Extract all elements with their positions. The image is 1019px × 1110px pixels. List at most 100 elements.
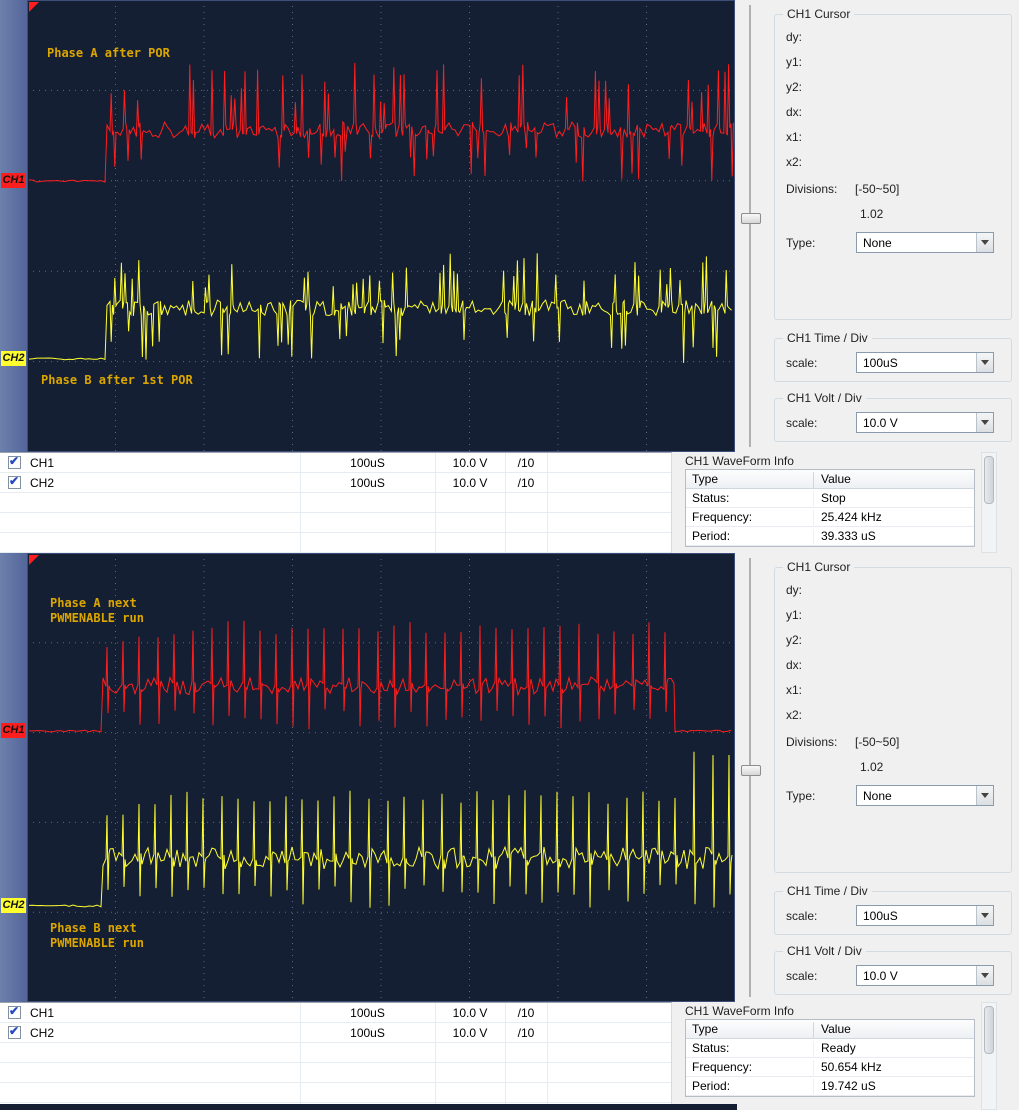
ch2-marker[interactable]: CH2 <box>1 898 26 913</box>
ch1-marker[interactable]: CH1 <box>1 723 26 738</box>
time-scale-label: scale: <box>786 356 818 370</box>
cursor-type-select[interactable]: None <box>856 785 994 806</box>
volt-scale-label: scale: <box>786 969 818 983</box>
divisions-label: Divisions: <box>786 735 838 749</box>
info-label: Status: <box>686 1041 814 1058</box>
column-header-type[interactable]: Type <box>686 472 814 489</box>
divisions-label: Divisions: <box>786 182 838 196</box>
time-scale-select[interactable]: 100uS <box>856 905 994 926</box>
channel-row-ch1[interactable]: ✔ CH1 100uS 10.0 V /10 <box>0 453 671 473</box>
ch1-visible-checkbox[interactable]: ✔ <box>8 454 21 469</box>
scrollbar-thumb[interactable] <box>984 456 994 504</box>
scope-slider-column <box>735 553 768 1002</box>
time-scale-value: 100uS <box>863 356 898 370</box>
info-value: 50.654 kHz <box>821 1060 882 1074</box>
info-value: 19.742 uS <box>821 1079 876 1093</box>
dropdown-button[interactable] <box>976 786 993 805</box>
control-panel: CH1 Cursor dy: y1: y2: dx: x1: x2: Divis… <box>768 0 1019 452</box>
volt-scale-value: 10.0 V <box>863 416 898 430</box>
info-label: Frequency: <box>686 1060 814 1077</box>
waveform-info-title: CH1 WaveForm Info <box>685 1004 794 1018</box>
channel-row-ch1[interactable]: ✔ CH1 100uS 10.0 V /10 <box>0 1003 671 1023</box>
dropdown-button[interactable] <box>976 906 993 925</box>
channel-table: ✔ CH1 100uS 10.0 V /10 ✔ CH2 100uS 10.0 … <box>0 1002 672 1108</box>
dropdown-button[interactable] <box>976 966 993 985</box>
ch2-visible-checkbox[interactable]: ✔ <box>8 474 21 489</box>
info-row-period: Period: 19.742 uS <box>686 1077 974 1096</box>
scrollbar-thumb[interactable] <box>984 1006 994 1054</box>
column-header-value[interactable]: Value <box>815 1022 974 1036</box>
info-row-period: Period: 39.333 uS <box>686 527 974 546</box>
slider-thumb[interactable] <box>741 765 761 776</box>
cursor-dy-label: dy: <box>786 30 803 44</box>
chevron-down-icon <box>981 420 989 425</box>
cursor-type-select[interactable]: None <box>856 232 994 253</box>
channel-name: CH1 <box>30 456 55 470</box>
channel-volts: 10.0 V <box>452 1026 488 1040</box>
channel-volts: 10.0 V <box>452 456 488 470</box>
channel-row-ch2[interactable]: ✔ CH2 100uS 10.0 V /10 <box>0 473 671 493</box>
slider-thumb[interactable] <box>741 213 761 224</box>
channel-timebase: 100uS <box>350 476 385 490</box>
ch2-marker[interactable]: CH2 <box>1 351 26 366</box>
column-header-type[interactable]: Type <box>686 1022 814 1039</box>
channel-volts: 10.0 V <box>452 1006 488 1020</box>
cursor-x1-label: x1: <box>786 683 803 697</box>
info-label: Frequency: <box>686 510 814 527</box>
info-scrollbar[interactable] <box>981 1002 997 1110</box>
volt-scale-select[interactable]: 10.0 V <box>856 412 994 433</box>
cursor-x1-label: x1: <box>786 130 803 144</box>
svg-text:PWMENABLE run: PWMENABLE run <box>50 936 144 950</box>
svg-text:Phase A after POR: Phase A after POR <box>47 46 171 60</box>
svg-text:Phase B after 1st POR: Phase B after 1st POR <box>41 373 193 387</box>
ch1-visible-checkbox[interactable]: ✔ <box>8 1004 21 1019</box>
dropdown-button[interactable] <box>976 353 993 372</box>
oscilloscope-capture-2: Phase A next PWMENABLE run Phase B next PWM… <box>0 553 1019 1110</box>
channel-probe: /10 <box>517 456 535 470</box>
check-icon: ✔ <box>9 454 20 468</box>
divisions-range: [-50~50] <box>855 182 900 196</box>
divisions-value: 1.02 <box>860 207 884 221</box>
channel-volts: 10.0 V <box>452 476 488 490</box>
channel-name: CH2 <box>30 1026 55 1040</box>
cursor-x2-label: x2: <box>786 708 803 722</box>
time-scale-select[interactable]: 100uS <box>856 352 994 373</box>
scope-slider-column <box>735 0 768 452</box>
divisions-value: 1.02 <box>860 760 884 774</box>
ch1-cursor-group-title: CH1 Cursor <box>783 560 855 574</box>
time-scale-value: 100uS <box>863 909 898 923</box>
scope-display-1: Phase A after POR Phase B after 1st POR <box>27 0 735 452</box>
time-scale-label: scale: <box>786 909 818 923</box>
volt-scale-select[interactable]: 10.0 V <box>856 965 994 986</box>
info-value: Ready <box>821 1041 856 1055</box>
chevron-down-icon <box>981 793 989 798</box>
waveform-info-table: Type Value Status: Stop Frequency: 25.42… <box>685 469 975 547</box>
column-header-value[interactable]: Value <box>815 472 974 486</box>
cursor-type-value: None <box>863 236 892 250</box>
ch2-visible-checkbox[interactable]: ✔ <box>8 1024 21 1039</box>
ch1-marker[interactable]: CH1 <box>1 173 26 188</box>
info-scrollbar[interactable] <box>981 452 997 553</box>
dropdown-button[interactable] <box>976 233 993 252</box>
channel-name: CH2 <box>30 476 55 490</box>
channel-row-ch2[interactable]: ✔ CH2 100uS 10.0 V /10 <box>0 1023 671 1043</box>
volt-scale-label: scale: <box>786 416 818 430</box>
dropdown-button[interactable] <box>976 413 993 432</box>
scope-display-2: Phase A nextPWMENABLE runPhase B nextPWM… <box>27 553 735 1002</box>
chevron-down-icon <box>981 360 989 365</box>
cursor-dx-label: dx: <box>786 105 803 119</box>
channel-table: ✔ CH1 100uS 10.0 V /10 ✔ CH2 100uS 10.0 … <box>0 452 672 553</box>
oscilloscope-capture-1: Phase A after POR Phase B after 1st POR C… <box>0 0 1019 553</box>
chevron-down-icon <box>981 913 989 918</box>
cursor-dx-label: dx: <box>786 658 803 672</box>
volt-div-title: CH1 Volt / Div <box>783 944 866 958</box>
info-label: Period: <box>686 529 814 546</box>
slider-track[interactable] <box>749 5 751 447</box>
info-label: Period: <box>686 1079 814 1096</box>
ch1-cursor-group: CH1 Cursor <box>774 560 1012 873</box>
channel-timebase: 100uS <box>350 1026 385 1040</box>
slider-track[interactable] <box>749 558 751 997</box>
cursor-type-label: Type: <box>786 236 816 250</box>
waveform-info-table: Type Value Status: Ready Frequency: 50.6… <box>685 1019 975 1097</box>
channel-probe: /10 <box>517 1006 535 1020</box>
